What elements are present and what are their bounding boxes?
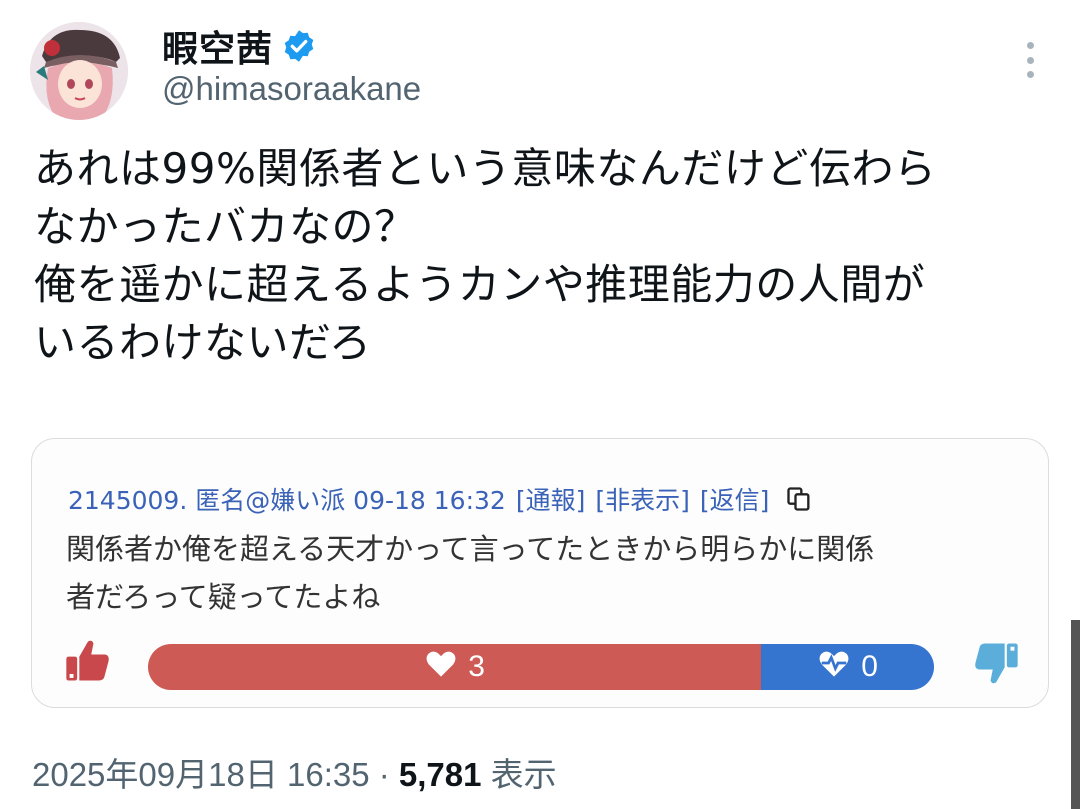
- bad-count: 0: [861, 650, 878, 683]
- views-label: 表示: [481, 756, 557, 793]
- heartbeat-icon: [817, 648, 851, 686]
- post-meta: 2145009. 匿名@嫌い派 09-18 16:32 [通報] [非表示] […: [68, 481, 813, 517]
- tweet-line: いるわけないだろ: [34, 318, 372, 367]
- heart-icon: [424, 648, 458, 686]
- post-meta-text: 2145009. 匿名@嫌い派 09-18 16:32: [68, 486, 506, 515]
- verified-badge-icon: [281, 28, 317, 64]
- tweet-line: 俺を遥かに超えるようカンや推理能力の人間が: [34, 260, 926, 309]
- copy-icon: [785, 485, 813, 513]
- hide-link: [非表示]: [595, 486, 690, 515]
- thumbs-up-icon: [62, 635, 114, 687]
- tweet-footer: 2025年09月18日 16:35 · 5,781 表示: [32, 748, 557, 796]
- display-name-text[interactable]: 暇空茜: [162, 20, 273, 72]
- embedded-post-image[interactable]: 2145009. 匿名@嫌い派 09-18 16:32 [通報] [非表示] […: [31, 438, 1049, 708]
- tweet-line: あれは99%関係者という意味なんだけど伝わら: [34, 144, 937, 193]
- avatar-image: [30, 22, 128, 120]
- view-count: 5,781: [398, 756, 482, 793]
- thumbs-down-icon: [970, 637, 1022, 689]
- more-options-icon[interactable]: [1016, 42, 1044, 78]
- scrollbar[interactable]: [1071, 620, 1080, 809]
- separator: ·: [369, 756, 399, 793]
- post-comment: 関係者か俺を超える天才かって言ってたときから明らかに関係 者だろって疑ってたよね: [66, 525, 1026, 621]
- avatar[interactable]: [30, 22, 128, 120]
- reply-link: [返信]: [699, 486, 770, 515]
- comment-line: 関係者か俺を超える天才かって言ってたときから明らかに関係: [66, 532, 875, 566]
- tweet-text: あれは99%関係者という意味なんだけど伝わら なかったバカなの？ 俺を遥かに超え…: [34, 140, 1054, 372]
- bad-bar: 0: [761, 644, 934, 690]
- user-handle[interactable]: @himasoraakane: [162, 70, 421, 108]
- vote-bar: 3 0: [148, 644, 934, 690]
- tweet-line: なかったバカなの？: [34, 202, 417, 251]
- report-link: [通報]: [515, 486, 586, 515]
- good-bar: 3: [148, 644, 762, 690]
- comment-line: 者だろって疑ってたよね: [66, 580, 381, 614]
- post-datetime[interactable]: 2025年09月18日 16:35: [32, 756, 370, 793]
- display-name[interactable]: 暇空茜: [162, 20, 317, 72]
- good-count: 3: [468, 650, 485, 683]
